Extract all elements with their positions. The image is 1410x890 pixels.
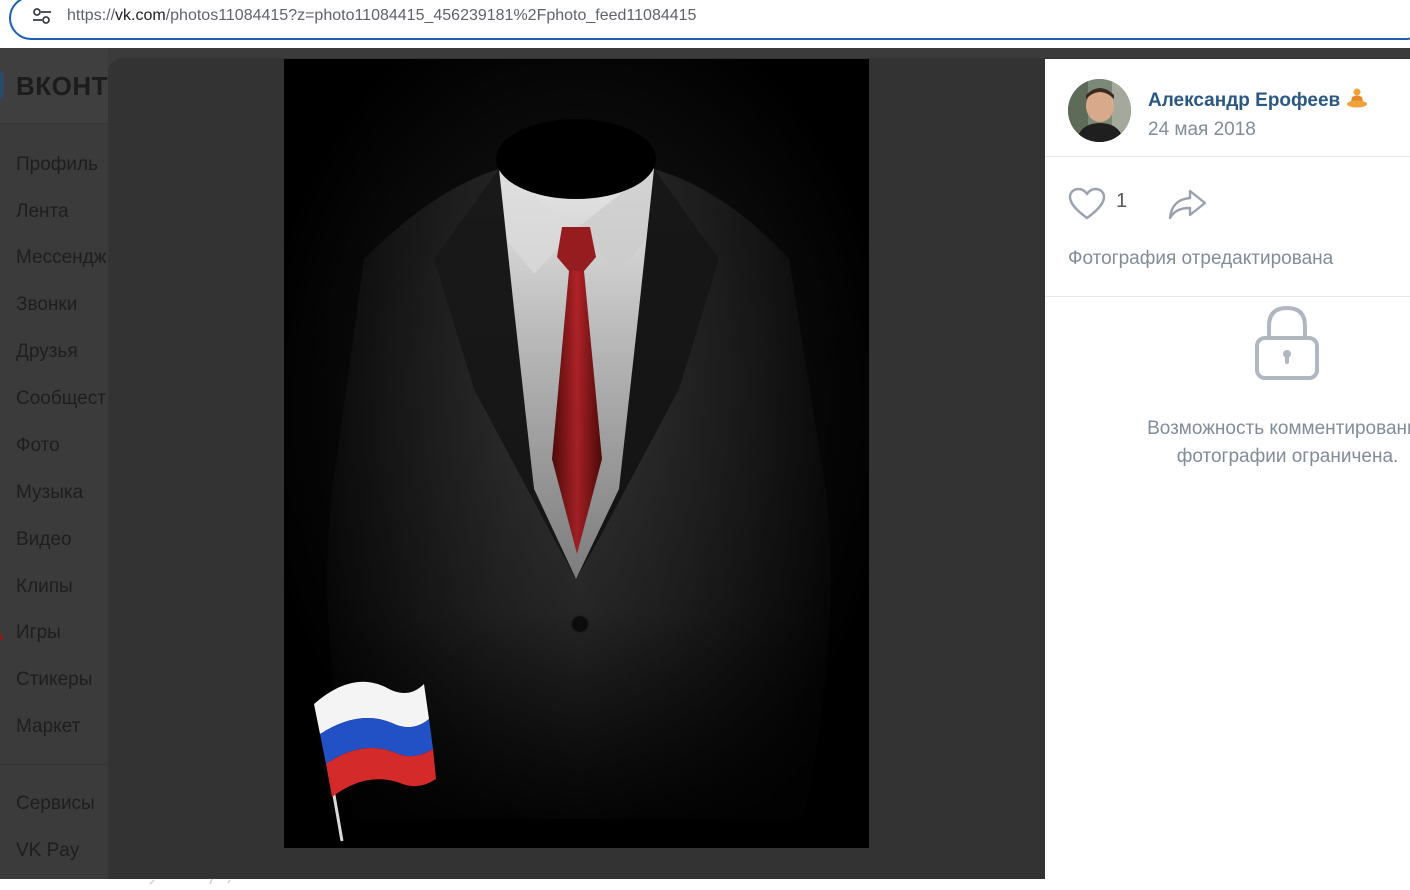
menu-item-feed[interactable]: Лента xyxy=(16,201,69,223)
menu-item-stickers[interactable]: Стикеры xyxy=(16,669,92,691)
menu-item-profile[interactable]: Профиль xyxy=(16,154,98,176)
menu-item-vkpay[interactable]: VK Pay xyxy=(16,840,79,862)
lock-icon xyxy=(1255,305,1319,380)
menu-item-services[interactable]: Сервисы xyxy=(16,793,95,815)
vk-header: ВКОНТ xyxy=(0,48,108,124)
url-field[interactable]: https://vk.com/photos11084415?z=photo110… xyxy=(9,0,1410,40)
url-text: https://vk.com/photos11084415?z=photo110… xyxy=(67,7,696,25)
post-date[interactable]: 24 мая 2018 xyxy=(1148,119,1256,141)
url-domain: vk.com xyxy=(115,7,166,24)
meditation-emoji-icon xyxy=(1346,88,1368,108)
left-menu: Профиль Лента Мессендж Звонки Друзья Соо… xyxy=(0,124,108,879)
menu-item-games[interactable]: Игры xyxy=(16,622,61,644)
menu-item-communities[interactable]: Сообщест xyxy=(16,388,106,410)
vk-logo-icon[interactable] xyxy=(0,70,4,100)
photo-image xyxy=(284,59,869,848)
menu-item-video[interactable]: Видео xyxy=(16,529,72,551)
heart-icon[interactable] xyxy=(1068,187,1106,221)
comments-locked-line2: фотографии ограничена. xyxy=(1176,446,1399,467)
author-name[interactable]: Александр Ерофеев xyxy=(1148,88,1368,112)
tune-icon[interactable] xyxy=(31,7,53,25)
comments-locked xyxy=(1045,297,1410,879)
menu-divider xyxy=(0,764,108,765)
avatar[interactable] xyxy=(1068,79,1131,142)
photo-caption-stub xyxy=(149,872,240,885)
author-name-text[interactable]: Александр Ерофеев xyxy=(1148,90,1340,111)
photo[interactable] xyxy=(284,59,869,848)
author-block: Александр Ерофеев 24 мая 2018 xyxy=(1045,59,1410,157)
browser-address-bar: https://vk.com/photos11084415?z=photo110… xyxy=(0,0,1410,48)
menu-item-calls[interactable]: Звонки xyxy=(16,294,77,316)
like-count[interactable]: 1 xyxy=(1116,190,1127,213)
edited-note: Фотография отредактирована xyxy=(1068,248,1334,269)
photo-side-panel: Александр Ерофеев 24 мая 2018 1 Фотограф… xyxy=(1045,59,1410,879)
url-path: /photos11084415?z=photo11084415_45623918… xyxy=(165,7,697,24)
comments-locked-text: Возможность комментирования фотографии о… xyxy=(1045,415,1410,471)
menu-item-messenger[interactable]: Мессендж xyxy=(16,247,106,269)
share-icon[interactable] xyxy=(1168,187,1208,221)
menu-item-photos[interactable]: Фото xyxy=(16,435,60,457)
menu-item-friends[interactable]: Друзья xyxy=(16,341,78,363)
menu-item-clips[interactable]: Клипы xyxy=(16,576,73,598)
vk-brand[interactable]: ВКОНТ xyxy=(16,71,108,102)
menu-item-market[interactable]: Маркет xyxy=(16,716,80,738)
photo-actions: 1 Фотография отредактирована xyxy=(1045,157,1410,297)
comments-locked-line1: Возможность комментирования xyxy=(1147,418,1410,439)
url-prefix: https:// xyxy=(67,7,116,24)
menu-item-music[interactable]: Музыка xyxy=(16,482,83,504)
